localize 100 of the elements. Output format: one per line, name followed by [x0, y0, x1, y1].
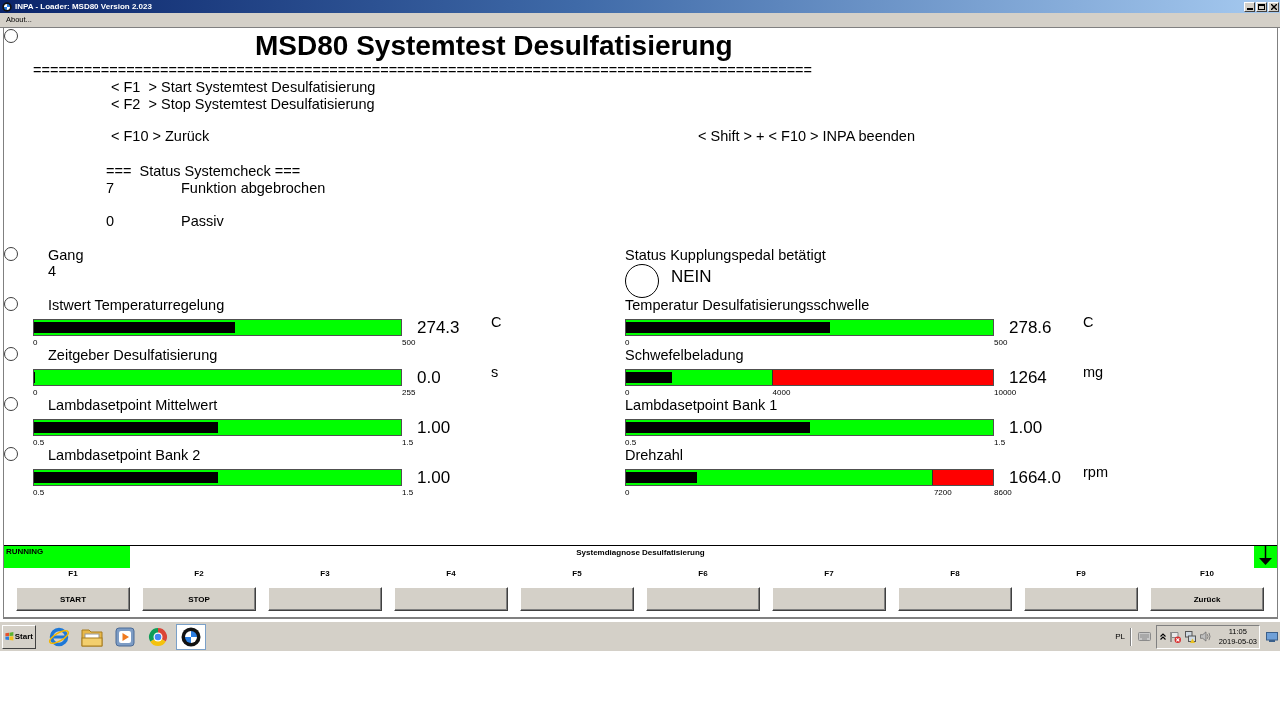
roundel-icon [181, 626, 201, 647]
status-text: Funktion abgebrochen [181, 180, 326, 197]
start-button[interactable]: Start [2, 624, 36, 649]
gauge-reading: 0.0 [417, 369, 442, 386]
scale-label: 0 [625, 388, 630, 397]
gauge-reading: 1.00 [417, 419, 452, 436]
key-label: F8 [950, 569, 960, 579]
scale-label: 1.5 [402, 438, 414, 447]
scale-label: 0 [33, 388, 38, 397]
maximize-icon [1258, 3, 1265, 10]
key-label: F1 [68, 569, 78, 579]
close-button[interactable] [1268, 1, 1279, 12]
unit-label: C [1083, 314, 1094, 330]
status-text: Passiv [181, 213, 224, 230]
globe-icon [48, 625, 70, 648]
network-icon[interactable] [1185, 630, 1196, 643]
minimize-button[interactable] [1244, 1, 1255, 12]
chevron-up-icon[interactable] [1160, 633, 1166, 640]
gauge-reading: 1264 [1009, 369, 1048, 386]
unit-label: mg [1083, 364, 1104, 380]
key-label: F5 [572, 569, 582, 579]
taskbar-button[interactable] [176, 623, 206, 650]
key-label: F6 [698, 569, 708, 579]
field-value: 4 [48, 263, 57, 279]
radio-button[interactable] [4, 29, 18, 43]
gauge-label: Istwert Temperaturregelung [48, 297, 225, 313]
key-hint: < Shift > + < F10 > INPA beenden [698, 128, 915, 145]
speaker-icon[interactable] [1200, 631, 1211, 642]
unit-label: C [491, 314, 502, 330]
gauge-label: Lambdasetpoint Bank 1 [625, 397, 778, 413]
key-label: F2 [194, 569, 204, 579]
function-button[interactable] [898, 587, 1012, 611]
radio-button[interactable] [4, 247, 18, 261]
flag-icon [5, 631, 14, 642]
function-button[interactable]: START [16, 587, 130, 611]
gauge-label: Lambdasetpoint Mittelwert [48, 397, 218, 413]
segmented-circle-icon [148, 626, 168, 647]
maximize-button[interactable] [1256, 1, 1267, 12]
gauge-label: Drehzahl [625, 447, 684, 463]
field-label: Gang [48, 247, 84, 263]
gauge-label: Temperatur Desulfatisierungsschwelle [625, 297, 870, 313]
function-button[interactable] [394, 587, 508, 611]
page-heading: MSD80 Systemtest Desulfatisierung [255, 29, 733, 62]
divider-text: ============================================================================================ [33, 62, 813, 79]
gauge-reading: 1.00 [417, 469, 452, 486]
roundel-icon [2, 1, 12, 12]
run-state-indicator: RUNNING [4, 546, 130, 568]
function-button[interactable] [646, 587, 760, 611]
gauge-reading: 1664.0 [1009, 469, 1062, 486]
function-button[interactable]: Zurück [1150, 587, 1264, 611]
scale-label: 500 [994, 338, 1008, 347]
scale-label: 7200 [933, 488, 952, 497]
scale-label: 0.5 [33, 488, 45, 497]
field-label: Status Kupplungspedal betätigt [625, 247, 826, 263]
key-label: F10 [1200, 569, 1214, 579]
radio-button[interactable] [4, 297, 18, 311]
gauge-label: Lambdasetpoint Bank 2 [48, 447, 201, 463]
desktop-icon[interactable] [1266, 631, 1278, 642]
key-hint: < F1 > Start Systemtest Desulfatisierung [111, 79, 376, 96]
radio-button[interactable] [4, 447, 18, 461]
key-label: F7 [824, 569, 834, 579]
scale-label: 0 [625, 338, 630, 347]
radio-button[interactable] [4, 347, 18, 361]
key-label: F3 [320, 569, 330, 579]
gauge-label: Schwefelbeladung [625, 347, 744, 363]
unit-label: s [491, 364, 499, 380]
scale-label: 8600 [994, 488, 1012, 497]
scale-label: 255 [402, 388, 416, 397]
status-heading: === Status Systemcheck === [106, 163, 301, 180]
scale-label: 4000 [772, 388, 791, 397]
function-button[interactable] [520, 587, 634, 611]
function-button[interactable] [268, 587, 382, 611]
key-label: F4 [446, 569, 456, 579]
play-icon [115, 626, 135, 647]
scale-label: 0 [625, 488, 630, 497]
folder-icon [81, 626, 103, 647]
unit-label: rpm [1083, 464, 1108, 480]
gauge-reading: 1.00 [1009, 419, 1044, 436]
status-code: 7 [106, 180, 116, 197]
function-button[interactable] [772, 587, 886, 611]
key-hint: < F10 > Zurück [111, 128, 211, 145]
scale-label: 1.5 [994, 438, 1006, 447]
scale-label: 0.5 [625, 438, 637, 447]
key-hint: < F2 > Stop Systemtest Desulfatisierung [111, 96, 375, 113]
scale-label: 1.5 [402, 488, 414, 497]
status-code: 0 [106, 213, 116, 230]
scale-label: 10000 [994, 388, 1017, 397]
scale-label: 500 [402, 338, 416, 347]
radio-button[interactable] [4, 397, 18, 411]
flag-icon[interactable] [1170, 630, 1181, 643]
key-label: F9 [1076, 569, 1086, 579]
function-button[interactable] [1024, 587, 1138, 611]
close-icon [1270, 3, 1277, 10]
gauge-reading: 274.3 [417, 319, 461, 336]
lamp-value: NEIN [671, 268, 712, 286]
status-title: Systemdiagnose Desulfatisierung [576, 547, 705, 559]
language-indicator[interactable]: PL [1115, 631, 1125, 642]
window-title: INPA - Loader: MSD80 Version 2.023 [15, 1, 153, 13]
gauge-reading: 278.6 [1009, 319, 1053, 336]
function-button[interactable]: STOP [142, 587, 256, 611]
